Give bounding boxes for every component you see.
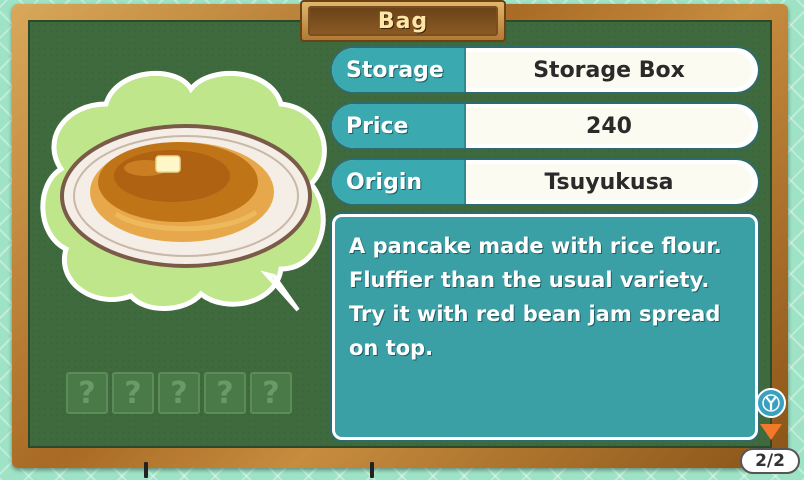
- description-line: Try it with red bean jam spread: [349, 302, 721, 326]
- description-line: on top.: [349, 336, 434, 360]
- storage-label: Storage: [332, 48, 466, 92]
- y-glyph-icon: [762, 394, 780, 412]
- origin-value: Tsuyukusa: [466, 164, 752, 200]
- page-indicator: 2/2: [740, 448, 800, 474]
- item-description: A pancake made with rice flour. Fluffier…: [332, 214, 758, 440]
- y-button-icon[interactable]: [756, 388, 786, 418]
- unknown-slot: ?: [66, 372, 108, 414]
- origin-label: Origin: [332, 160, 466, 204]
- window-title: Bag: [377, 8, 429, 34]
- bottom-marker: [370, 462, 374, 478]
- title-plate: Bag: [300, 0, 506, 42]
- price-row: Price 240: [332, 104, 758, 148]
- unknown-slot: ?: [158, 372, 200, 414]
- storage-row: Storage Storage Box: [332, 48, 758, 92]
- price-value: 240: [466, 108, 752, 144]
- unknown-slot: ?: [112, 372, 154, 414]
- description-line: A pancake made with rice flour.: [349, 234, 722, 258]
- down-arrow-icon[interactable]: [760, 424, 782, 440]
- price-label: Price: [332, 104, 466, 148]
- unknown-slot: ?: [250, 372, 292, 414]
- storage-value: Storage Box: [466, 52, 752, 88]
- bottom-marker: [144, 462, 148, 478]
- origin-row: Origin Tsuyukusa: [332, 160, 758, 204]
- unknown-slot: ?: [204, 372, 246, 414]
- unknown-slots: ? ? ? ? ?: [66, 372, 292, 414]
- description-line: Fluffier than the usual variety.: [349, 268, 710, 292]
- item-image-bubble: [40, 70, 327, 312]
- pancake-plate-icon: [60, 124, 312, 268]
